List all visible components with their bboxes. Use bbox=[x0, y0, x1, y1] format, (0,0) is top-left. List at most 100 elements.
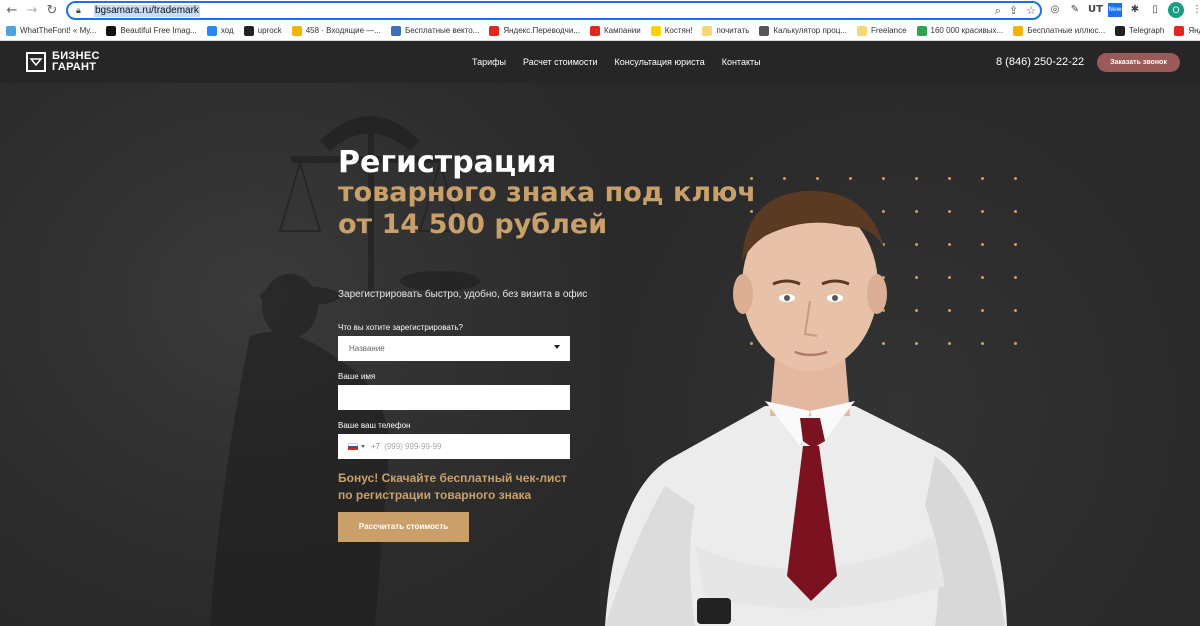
bookmark-label: Freelance bbox=[870, 26, 907, 35]
hero-subtitle: Зарегистрировать быстро, удобно, без виз… bbox=[338, 289, 588, 300]
bookmark-item[interactable]: uprock bbox=[243, 25, 282, 36]
forward-arrow-icon[interactable]: → bbox=[24, 3, 40, 19]
name-label: Ваше имя bbox=[338, 372, 376, 381]
bookmark-favicon-icon bbox=[1174, 25, 1185, 36]
bookmark-favicon-icon bbox=[390, 25, 401, 36]
address-bar[interactable]: 🔒︎ bgsamara.ru/trademark ⌕ ⇪ ☆ bbox=[66, 1, 1042, 20]
star-icon[interactable]: ☆ bbox=[1026, 4, 1036, 18]
menu-cost-calc[interactable]: Расчет стоимости bbox=[523, 57, 598, 67]
profile-avatar[interactable]: O bbox=[1168, 2, 1184, 18]
what-label: Что вы хотите зарегистрировать? bbox=[338, 323, 463, 332]
bonus-line2: по регистрации товарного знака bbox=[338, 488, 532, 502]
hero-title-line1: Регистрация bbox=[338, 145, 557, 180]
calculate-cost-button[interactable]: Рассчитать стоимость bbox=[338, 512, 469, 542]
decorative-dot bbox=[1014, 210, 1017, 213]
bookmark-item[interactable]: WhatTheFont! « My... bbox=[6, 25, 97, 36]
bookmark-item[interactable]: 458 · Входящие —... bbox=[291, 25, 381, 36]
search-icon[interactable]: ⌕ bbox=[995, 4, 1001, 18]
menu-kebab-icon[interactable]: ⋮ bbox=[1190, 3, 1200, 17]
decorative-dot bbox=[1014, 342, 1017, 345]
bookmark-favicon-icon bbox=[589, 25, 600, 36]
sidebar-icon[interactable]: ▯ bbox=[1148, 3, 1162, 17]
bookmark-favicon-icon bbox=[243, 25, 254, 36]
caret-down-icon bbox=[554, 345, 560, 349]
what-select-value: Название bbox=[349, 344, 385, 353]
bookmark-label: WhatTheFont! « My... bbox=[20, 26, 97, 35]
bookmark-item[interactable]: почитать bbox=[702, 25, 750, 36]
order-call-button[interactable]: Заказать звонок bbox=[1097, 53, 1180, 72]
bookmark-item[interactable]: Бесплатные векто... bbox=[390, 25, 480, 36]
menu-tariffs[interactable]: Тарифы bbox=[472, 57, 506, 67]
header-phone[interactable]: 8 (846) 250-22-22 bbox=[996, 56, 1084, 68]
web-page: БИЗНЕС ГАРАНТ Тарифы Расчет стоимости Ко… bbox=[0, 41, 1200, 626]
bookmark-item[interactable]: Freelance bbox=[856, 25, 907, 36]
bookmark-item[interactable]: ход bbox=[206, 25, 234, 36]
bookmark-favicon-icon bbox=[106, 25, 117, 36]
translate-icon[interactable]: ◎ bbox=[1048, 3, 1062, 17]
bookmark-favicon-icon bbox=[489, 25, 500, 36]
main-menu: Тарифы Расчет стоимости Консультация юри… bbox=[472, 57, 761, 67]
bookmark-item[interactable]: Яндекс bbox=[1174, 25, 1200, 36]
bookmark-label: Костян! bbox=[664, 26, 693, 35]
hero-title-price: от 14 500 рублей bbox=[338, 209, 608, 240]
bookmark-label: Яндекс bbox=[1188, 26, 1200, 35]
bookmark-item[interactable]: Бесплатные иллюс... bbox=[1013, 25, 1105, 36]
what-select[interactable]: Название bbox=[338, 336, 570, 361]
bookmark-favicon-icon bbox=[702, 25, 713, 36]
bookmark-favicon-icon bbox=[291, 25, 302, 36]
bookmark-favicon-icon bbox=[759, 25, 770, 36]
bookmark-label: 458 · Входящие —... bbox=[305, 26, 381, 35]
bookmark-label: Кампании bbox=[603, 26, 641, 35]
bookmark-label: 160 000 красивых... bbox=[930, 26, 1004, 35]
bookmark-item[interactable]: Telegraph bbox=[1115, 25, 1165, 36]
extension-ut-icon[interactable]: UT bbox=[1088, 3, 1103, 17]
back-arrow-icon[interactable]: ← bbox=[4, 3, 20, 19]
logo-diamond-icon bbox=[26, 52, 46, 72]
bookmark-label: ход bbox=[220, 26, 234, 35]
logo[interactable]: БИЗНЕС ГАРАНТ bbox=[26, 51, 100, 73]
decorative-dot bbox=[1014, 309, 1017, 312]
logo-line2: ГАРАНТ bbox=[52, 61, 97, 73]
bookmark-favicon-icon bbox=[1013, 25, 1024, 36]
bookmark-label: Яндекс.Переводчи... bbox=[503, 26, 580, 35]
bookmark-label: uprock bbox=[257, 26, 282, 35]
bookmark-favicon-icon bbox=[650, 25, 661, 36]
decorative-dot bbox=[1014, 276, 1017, 279]
bonus-line1: Бонус! Скачайте бесплатный чек-лист bbox=[338, 471, 567, 485]
menu-consultation[interactable]: Консультация юриста bbox=[615, 57, 705, 67]
bookmark-favicon-icon bbox=[206, 25, 217, 36]
bookmark-label: Калькулятор проц... bbox=[773, 26, 847, 35]
bookmark-item[interactable]: Beautiful Free Imag... bbox=[106, 25, 197, 36]
bookmark-item[interactable]: Калькулятор проц... bbox=[759, 25, 847, 36]
bookmark-item[interactable]: 160 000 красивых... bbox=[916, 25, 1004, 36]
lock-icon: 🔒︎ bbox=[76, 5, 81, 16]
bookmark-item[interactable]: Яндекс.Переводчи... bbox=[489, 25, 580, 36]
phone-placeholder: (999) 999-99-99 bbox=[384, 442, 442, 451]
name-input[interactable] bbox=[338, 385, 570, 410]
bookmark-favicon-icon bbox=[6, 25, 16, 36]
site-header: БИЗНЕС ГАРАНТ Тарифы Расчет стоимости Ко… bbox=[0, 41, 1200, 83]
extension-pen-icon[interactable]: ✎ bbox=[1068, 3, 1082, 17]
menu-contacts[interactable]: Контакты bbox=[722, 57, 761, 67]
phone-code: +7 bbox=[371, 442, 381, 451]
extension-new-icon[interactable]: New bbox=[1108, 3, 1122, 17]
lawyer-photo bbox=[605, 190, 1007, 626]
reload-icon[interactable]: ↻ bbox=[44, 3, 60, 19]
extensions-puzzle-icon[interactable]: ✱ bbox=[1128, 3, 1142, 17]
bookmark-label: Telegraph bbox=[1129, 26, 1165, 35]
bookmark-label: Beautiful Free Imag... bbox=[120, 26, 197, 35]
bookmark-item[interactable]: Кампании bbox=[589, 25, 641, 36]
bookmark-label: Бесплатные векто... bbox=[404, 26, 480, 35]
bookmarks-bar: WhatTheFont! « My... Beautiful Free Imag.… bbox=[0, 21, 1200, 41]
bookmark-label: почитать bbox=[716, 26, 750, 35]
country-caret-icon[interactable] bbox=[361, 445, 365, 448]
bookmark-favicon-icon bbox=[1115, 25, 1126, 36]
bookmark-favicon-icon bbox=[856, 25, 867, 36]
phone-input[interactable]: +7 (999) 999-99-99 bbox=[338, 434, 570, 459]
bonus-text[interactable]: Бонус! Скачайте бесплатный чек-лист по р… bbox=[338, 470, 598, 504]
url-text[interactable]: bgsamara.ru/trademark bbox=[94, 4, 200, 17]
share-icon[interactable]: ⇪ bbox=[1009, 4, 1018, 18]
bookmark-item[interactable]: Костян! bbox=[650, 25, 693, 36]
decorative-dot bbox=[1014, 243, 1017, 246]
russia-flag-icon[interactable] bbox=[348, 443, 358, 450]
